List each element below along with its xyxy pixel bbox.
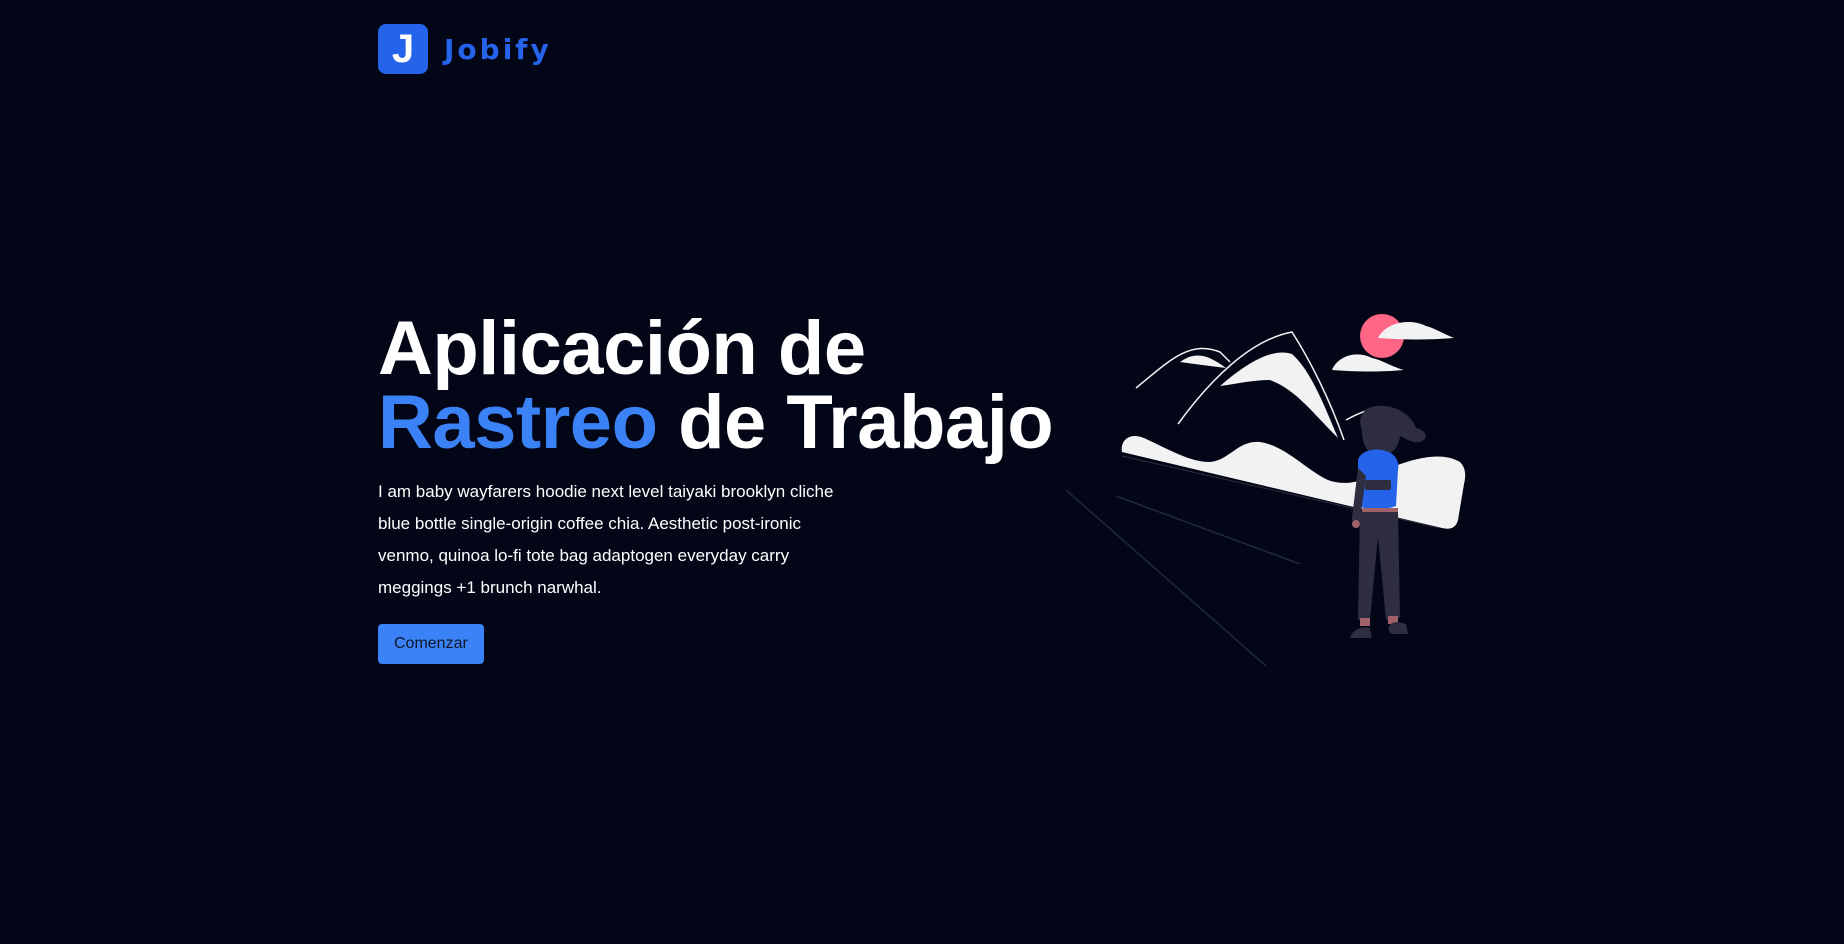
hero-title: Aplicación de Rastreo de Trabajo bbox=[378, 311, 1078, 461]
woman-head bbox=[1368, 428, 1388, 448]
get-started-button[interactable]: Comenzar bbox=[378, 624, 484, 664]
backpack-strap bbox=[1365, 480, 1391, 490]
woman-shoe bbox=[1388, 622, 1408, 634]
logo-mark[interactable]: J bbox=[378, 24, 428, 74]
hero-title-rest: de Trabajo bbox=[657, 380, 1054, 465]
brand-name[interactable]: Jobify bbox=[444, 33, 552, 66]
ground-line bbox=[1115, 495, 1301, 565]
landing-page: J Jobify Aplicación de Rastreo de Trabaj… bbox=[0, 0, 1844, 944]
woman-hand bbox=[1352, 520, 1360, 528]
woman-legs bbox=[1358, 512, 1400, 620]
woman-ankle bbox=[1360, 618, 1370, 626]
cloud bbox=[1332, 354, 1404, 372]
hero-section: Aplicación de Rastreo de Trabajo I am ba… bbox=[378, 311, 1078, 664]
mountain-outline bbox=[1135, 347, 1231, 389]
hero-description: I am baby wayfarers hoodie next level ta… bbox=[378, 482, 834, 597]
woman-hair bbox=[1360, 405, 1426, 456]
snow-peak bbox=[1220, 352, 1338, 438]
ground-line bbox=[1065, 489, 1267, 667]
hero-title-line1: Aplicación de bbox=[378, 306, 866, 391]
woman-shoe bbox=[1350, 627, 1372, 638]
snow-hill bbox=[1121, 435, 1466, 529]
woman-mountains-illustration bbox=[1060, 300, 1480, 680]
hero-title-accent: Rastreo bbox=[378, 380, 658, 465]
snow-peak bbox=[1180, 355, 1226, 368]
navbar: J Jobify bbox=[378, 24, 552, 74]
illustration-svg bbox=[1065, 314, 1466, 667]
